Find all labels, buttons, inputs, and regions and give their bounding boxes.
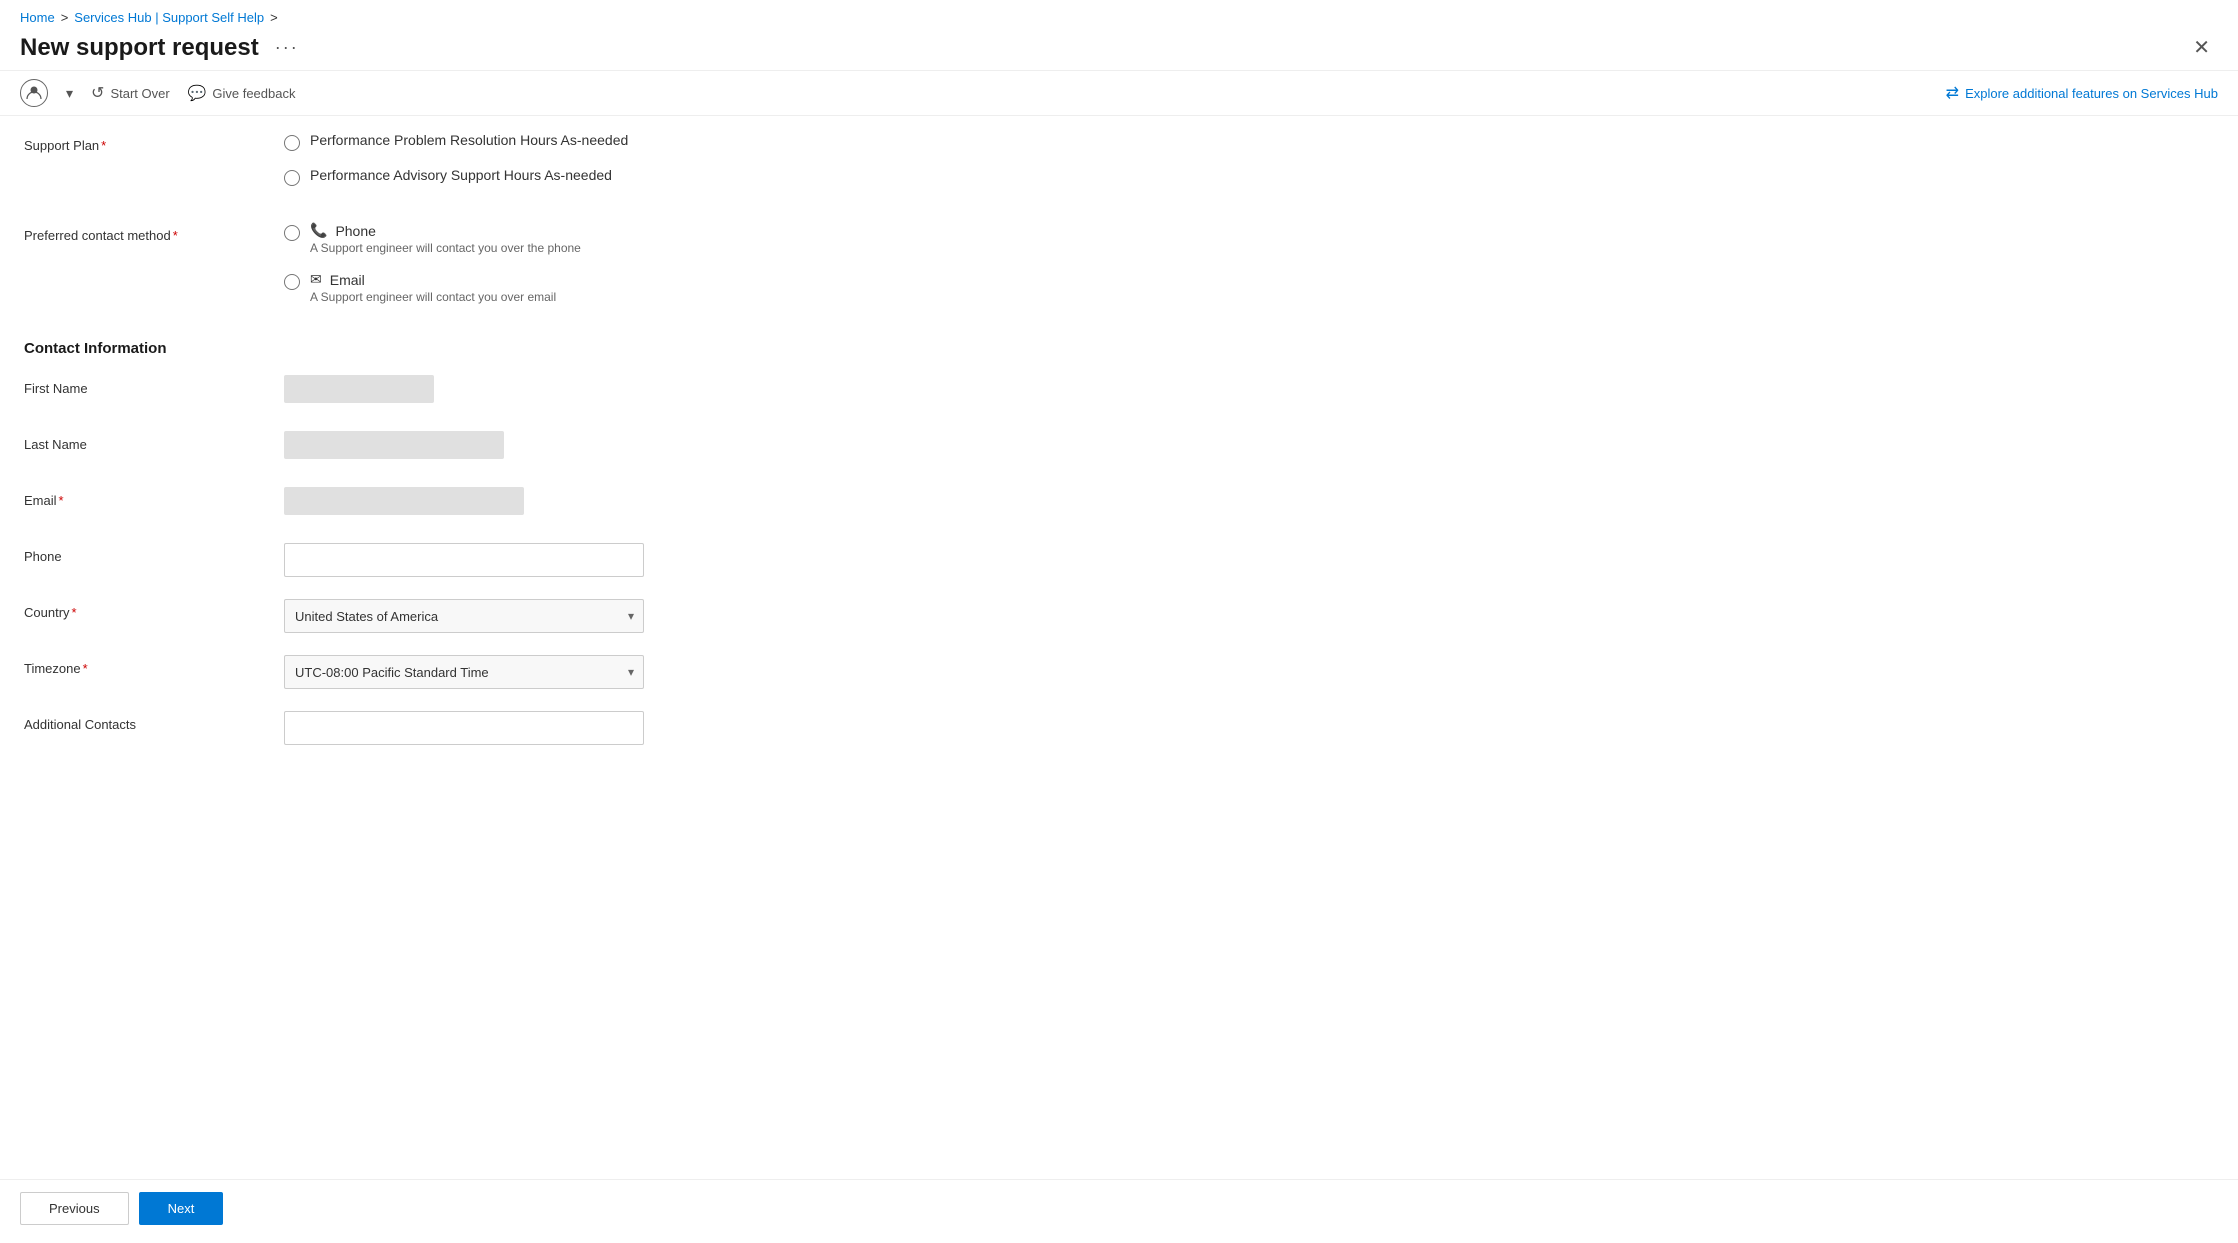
start-over-label: Start Over xyxy=(110,86,169,101)
email-row: Email* xyxy=(24,487,2214,523)
support-plan-radio2[interactable] xyxy=(284,170,300,186)
preferred-contact-row: Preferred contact method* 📞 Phone A Supp… xyxy=(24,222,2214,320)
give-feedback-button[interactable]: 💬 Give feedback xyxy=(188,84,296,102)
explore-features-label: Explore additional features on Services … xyxy=(1965,86,2218,101)
explore-icon: ⇄ xyxy=(1946,83,1959,103)
dropdown-chevron-icon: ▾ xyxy=(66,85,73,102)
explore-features-link[interactable]: ⇄ Explore additional features on Service… xyxy=(1946,83,2218,103)
contact-phone-radio[interactable] xyxy=(284,225,300,241)
last-name-blurred xyxy=(284,431,504,459)
contact-email-desc: A Support engineer will contact you over… xyxy=(310,290,556,304)
next-button[interactable]: Next xyxy=(139,1192,224,1225)
breadcrumb-sep1: > xyxy=(61,10,69,25)
contact-email-label: Email xyxy=(330,272,365,288)
ellipsis-button[interactable]: ··· xyxy=(269,35,305,60)
start-over-button[interactable]: ↺ Start Over xyxy=(91,83,170,103)
feedback-icon: 💬 xyxy=(188,84,207,102)
breadcrumb: Home > Services Hub | Support Self Help … xyxy=(0,0,2238,29)
email-icon: ✉ xyxy=(310,271,322,288)
contact-email-radio[interactable] xyxy=(284,274,300,290)
phone-icon: 📞 xyxy=(310,222,327,239)
contact-phone-label: Phone xyxy=(335,223,375,239)
additional-contacts-input[interactable] xyxy=(284,711,644,745)
phone-label: Phone xyxy=(24,543,284,564)
first-name-blurred xyxy=(284,375,434,403)
refresh-icon: ↺ xyxy=(91,83,104,103)
timezone-row: Timezone* UTC-08:00 Pacific Standard Tim… xyxy=(24,655,2214,691)
page-title: New support request xyxy=(20,34,259,62)
last-name-label: Last Name xyxy=(24,431,284,452)
give-feedback-label: Give feedback xyxy=(212,86,295,101)
first-name-label: First Name xyxy=(24,375,284,396)
last-name-row: Last Name xyxy=(24,431,2214,467)
support-plan-option2[interactable]: Performance Advisory Support Hours As-ne… xyxy=(284,167,2214,186)
phone-input[interactable] xyxy=(284,543,644,577)
additional-contacts-row: Additional Contacts xyxy=(24,711,2214,747)
preferred-contact-label: Preferred contact method* xyxy=(24,222,284,243)
support-plan-radio1[interactable] xyxy=(284,135,300,151)
support-plan-row: Support Plan* Performance Problem Resolu… xyxy=(24,132,2214,202)
scroll-container: Support Plan* Performance Problem Resolu… xyxy=(0,116,2238,1179)
country-row: Country* United States of America Canada… xyxy=(24,599,2214,635)
phone-row: Phone xyxy=(24,543,2214,579)
contact-information-section: Contact Information First Name Last Name… xyxy=(24,340,2214,747)
country-label: Country* xyxy=(24,599,284,620)
email-label: Email* xyxy=(24,487,284,508)
page-header: New support request ··· ✕ xyxy=(0,29,2238,70)
contact-phone-option[interactable]: 📞 Phone A Support engineer will contact … xyxy=(284,222,2214,255)
support-plan-label: Support Plan* xyxy=(24,132,284,153)
country-select[interactable]: United States of America Canada United K… xyxy=(284,599,644,633)
support-plan-option2-label: Performance Advisory Support Hours As-ne… xyxy=(310,167,612,183)
previous-button[interactable]: Previous xyxy=(20,1192,129,1225)
support-plan-option1-label: Performance Problem Resolution Hours As-… xyxy=(310,132,628,148)
support-plan-options: Performance Problem Resolution Hours As-… xyxy=(284,132,2214,202)
first-name-row: First Name xyxy=(24,375,2214,411)
close-button[interactable]: ✕ xyxy=(2185,33,2218,62)
timezone-label: Timezone* xyxy=(24,655,284,676)
breadcrumb-sep2: > xyxy=(270,10,278,25)
contact-info-heading: Contact Information xyxy=(24,340,2214,357)
additional-contacts-label: Additional Contacts xyxy=(24,711,284,732)
preferred-contact-options: 📞 Phone A Support engineer will contact … xyxy=(284,222,2214,320)
contact-phone-desc: A Support engineer will contact you over… xyxy=(310,241,581,255)
toolbar: ▾ ↺ Start Over 💬 Give feedback ⇄ Explore… xyxy=(0,70,2238,116)
breadcrumb-home[interactable]: Home xyxy=(20,10,55,25)
user-icon xyxy=(20,79,48,107)
timezone-select[interactable]: UTC-08:00 Pacific Standard Time UTC-07:0… xyxy=(284,655,644,689)
email-blurred xyxy=(284,487,524,515)
contact-email-option[interactable]: ✉ Email A Support engineer will contact … xyxy=(284,271,2214,304)
main-scroll-area[interactable]: Support Plan* Performance Problem Resolu… xyxy=(0,116,2238,1179)
dropdown-button[interactable]: ▾ xyxy=(66,85,73,102)
support-plan-option1[interactable]: Performance Problem Resolution Hours As-… xyxy=(284,132,2214,151)
bottom-navigation: Previous Next xyxy=(0,1179,2238,1237)
breadcrumb-services-hub[interactable]: Services Hub | Support Self Help xyxy=(74,10,264,25)
